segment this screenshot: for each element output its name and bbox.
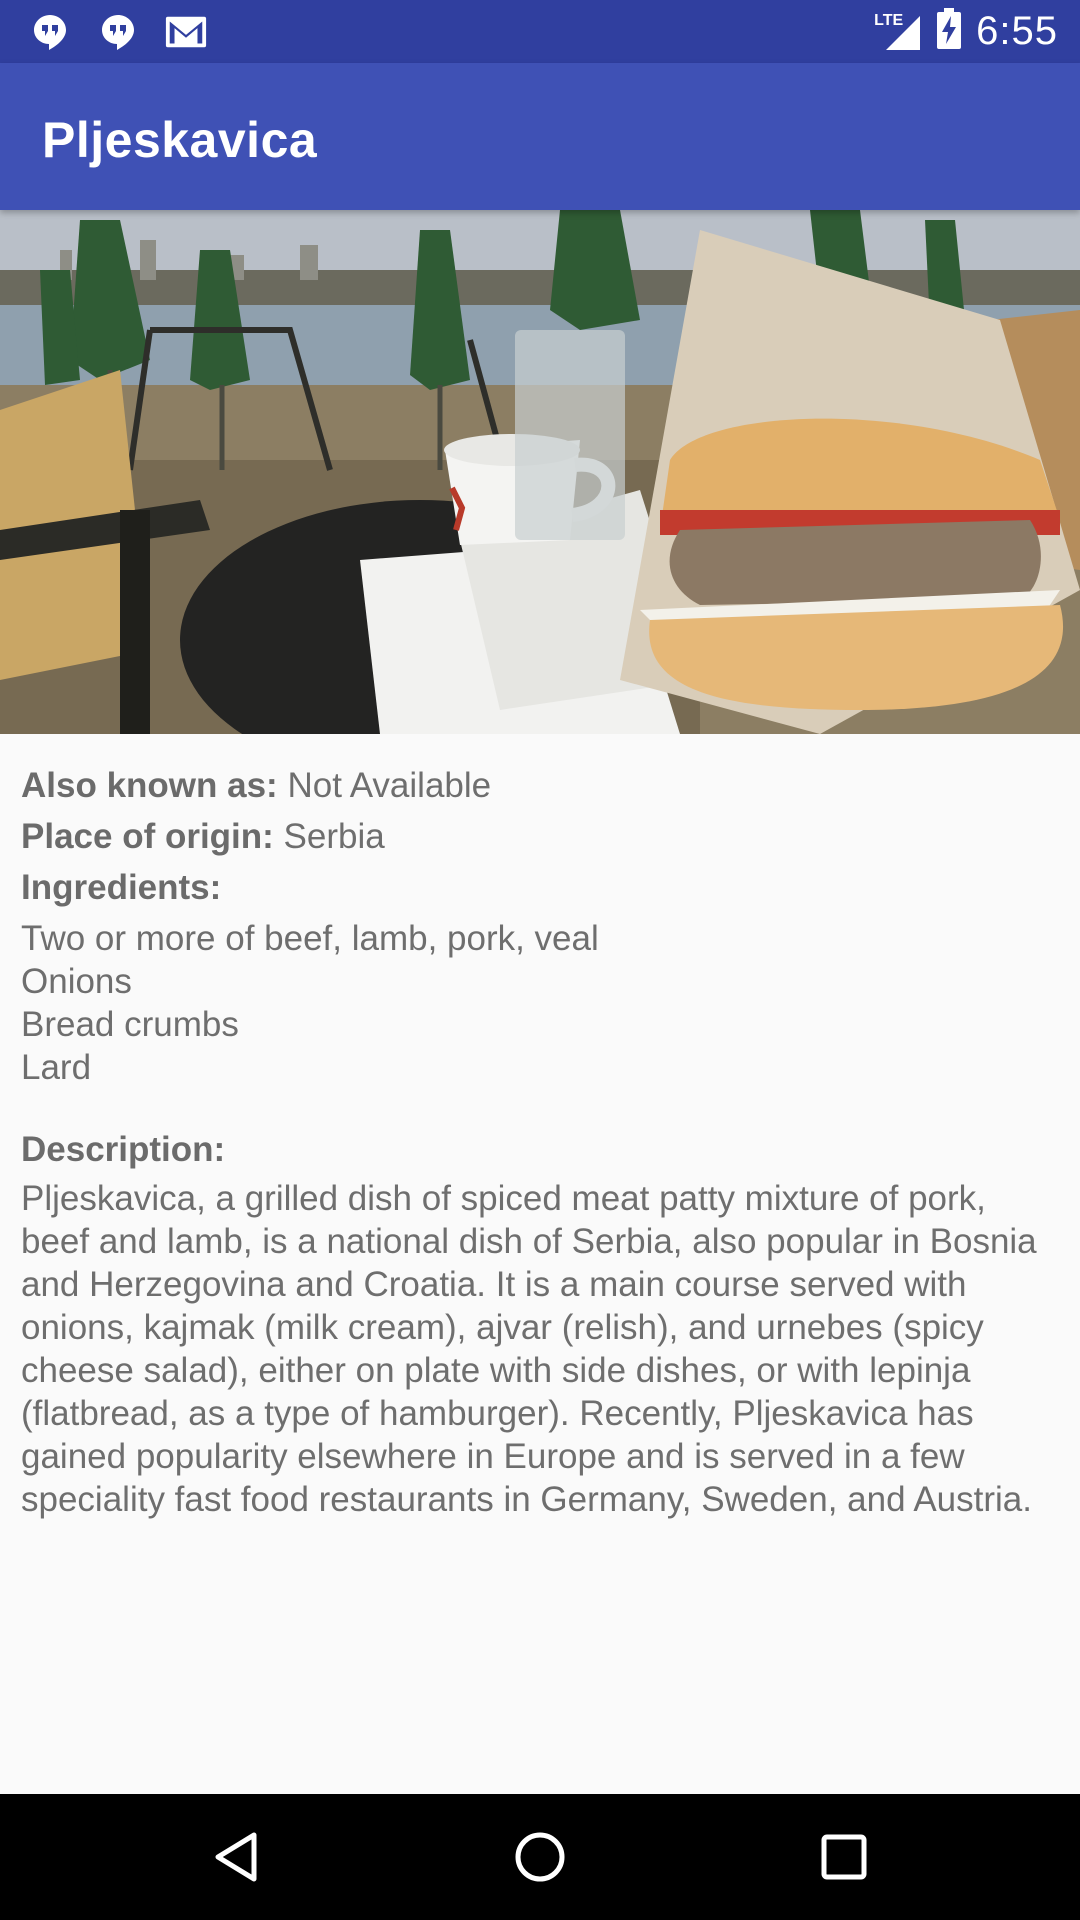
battery-charging-icon xyxy=(936,8,962,55)
also-known-as-label: Also known as: xyxy=(21,766,278,805)
ingredients-row: Ingredients: xyxy=(21,862,1061,913)
home-icon xyxy=(515,1832,565,1882)
ingredient-item: Two or more of beef, lamb, pork, veal xyxy=(21,919,599,958)
status-time: 6:55 xyxy=(976,9,1058,53)
notification-icons xyxy=(28,10,208,54)
ingredient-item: Bread crumbs xyxy=(21,1005,239,1044)
place-of-origin-value: Serbia xyxy=(283,817,385,856)
hangouts-icon xyxy=(28,10,72,54)
description-label: Description: xyxy=(21,1130,226,1169)
description-row: Description: xyxy=(21,1124,1061,1175)
recents-button[interactable] xyxy=(781,1794,907,1920)
status-right: LTE 6:55 xyxy=(874,0,1058,63)
ingredient-item: Lard xyxy=(21,1048,92,1087)
ingredients-list: Two or more of beef, lamb, pork, veal On… xyxy=(21,917,1061,1089)
hero-image xyxy=(0,210,1080,734)
status-bar: LTE 6:55 xyxy=(0,0,1080,63)
home-button[interactable] xyxy=(477,1794,603,1920)
also-known-as-row: Also known as: Not Available xyxy=(21,760,1061,811)
lte-signal-icon: LTE xyxy=(874,10,922,54)
ingredients-label: Ingredients: xyxy=(21,868,222,907)
recents-icon xyxy=(821,1834,867,1880)
back-button[interactable] xyxy=(173,1794,299,1920)
place-of-origin-label: Place of origin: xyxy=(21,817,274,856)
also-known-as-value: Not Available xyxy=(287,766,492,805)
description-text: Pljeskavica, a grilled dish of spiced me… xyxy=(21,1179,1037,1519)
page-title: Pljeskavica xyxy=(42,112,318,168)
hangouts-icon xyxy=(96,10,140,54)
gmail-icon xyxy=(164,10,208,54)
app-bar: Pljeskavica xyxy=(0,63,1080,210)
ingredient-item: Onions xyxy=(21,962,132,1001)
navigation-bar xyxy=(0,1794,1080,1920)
place-of-origin-row: Place of origin: Serbia xyxy=(21,811,1061,862)
back-icon xyxy=(215,1832,257,1882)
details-section: Also known as: Not Available Place of or… xyxy=(21,760,1061,1521)
